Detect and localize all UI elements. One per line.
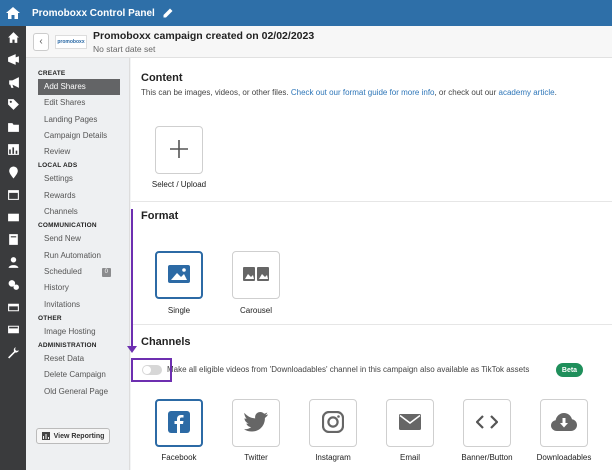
rocket-icon[interactable]: [0, 49, 26, 72]
format-single-option[interactable]: [155, 251, 203, 299]
content-desc-middle: , or check out our: [434, 88, 497, 97]
nav-item-send-new[interactable]: Send New: [26, 231, 129, 247]
chevron-left-icon: ‹: [39, 36, 43, 47]
content-description: This can be images, videos, or other fil…: [141, 88, 557, 97]
campaign-date-status: No start date set: [93, 43, 156, 54]
instagram-icon: [321, 410, 345, 435]
annotation-highlight-box: [131, 358, 172, 382]
wrench-icon[interactable]: [0, 341, 26, 364]
user-icon[interactable]: [0, 251, 26, 274]
nav-item-channels[interactable]: Channels: [26, 204, 129, 220]
main-content: Content This can be images, videos, or o…: [131, 58, 612, 470]
channel-instagram[interactable]: [309, 399, 357, 447]
campaign-title: Promoboxx campaign created on 02/02/2023: [93, 29, 315, 42]
scheduled-count-badge: 0: [101, 267, 111, 277]
envelope-icon[interactable]: [0, 206, 26, 229]
channel-downloadables-label: Downloadables: [536, 453, 592, 462]
top-bar: Promoboxx Control Panel: [0, 0, 612, 26]
nav-item-old-general-page[interactable]: Old General Page: [26, 384, 129, 400]
content-desc-text: This can be images, videos, or other fil…: [141, 88, 289, 97]
channel-downloadables[interactable]: [540, 399, 588, 447]
map-pin-icon[interactable]: [0, 161, 26, 184]
nav-item-settings[interactable]: Settings: [26, 171, 129, 187]
divider: [131, 201, 612, 202]
nav-item-edit-shares[interactable]: Edit Shares: [26, 95, 129, 111]
select-upload-button[interactable]: [155, 126, 203, 174]
home-icon[interactable]: [0, 0, 26, 26]
nav-item-add-shares[interactable]: Add Shares: [38, 79, 120, 96]
book-icon[interactable]: [0, 229, 26, 252]
nav-item-run-automation[interactable]: Run Automation: [26, 248, 129, 264]
nav-item-scheduled-label: Scheduled: [44, 266, 82, 276]
credit-card-icon[interactable]: [0, 296, 26, 319]
nav-item-history[interactable]: History: [26, 280, 129, 296]
nav-item-image-hosting[interactable]: Image Hosting: [26, 324, 129, 340]
cloud-download-icon: [551, 413, 577, 433]
nav-item-rewards[interactable]: Rewards: [26, 188, 129, 204]
channel-facebook[interactable]: [155, 399, 203, 447]
content-desc-end: .: [554, 88, 557, 97]
carousel-icon: [243, 265, 269, 285]
channel-email-label: Email: [399, 453, 420, 462]
campaign-header: ‹ promoboxx Promoboxx campaign created o…: [26, 26, 612, 58]
nav-item-invitations[interactable]: Invitations: [26, 297, 129, 313]
nav-item-scheduled[interactable]: Scheduled 0: [26, 264, 129, 280]
tiktok-assets-toggle-label: Make all eligible videos from 'Downloada…: [167, 365, 530, 374]
annotation-arrow-head: [127, 346, 137, 353]
annotation-arrow-line: [131, 209, 133, 347]
home-icon[interactable]: [0, 26, 26, 49]
view-reporting-label: View Reporting: [53, 432, 105, 440]
card-icon[interactable]: [0, 319, 26, 342]
gears-icon[interactable]: [0, 274, 26, 297]
nav-item-reset-data[interactable]: Reset Data: [26, 351, 129, 367]
nav-item-landing-pages[interactable]: Landing Pages: [26, 112, 129, 128]
code-brackets-icon: [475, 415, 499, 431]
format-guide-link[interactable]: Check out our format guide for more info: [291, 88, 435, 97]
channels-heading: Channels: [141, 336, 191, 348]
report-icon: [41, 432, 50, 440]
channel-banner-button-label: Banner/Button: [461, 453, 513, 462]
nav-section-administration: ADMINISTRATION: [38, 342, 97, 350]
format-heading: Format: [141, 210, 179, 222]
bar-chart-icon[interactable]: [0, 139, 26, 162]
view-reporting-button[interactable]: View Reporting: [36, 428, 110, 444]
edit-pencil-icon[interactable]: [163, 8, 173, 18]
nav-section-communication: COMMUNICATION: [38, 222, 97, 230]
format-carousel-label: Carousel: [239, 306, 272, 315]
select-upload-label: Select / Upload: [151, 180, 207, 189]
nav-section-create: CREATE: [38, 70, 66, 77]
channel-facebook-label: Facebook: [161, 453, 197, 462]
nav-item-campaign-details[interactable]: Campaign Details: [26, 128, 129, 144]
divider: [131, 324, 612, 325]
plus-icon: [170, 140, 188, 160]
channel-instagram-label: Instagram: [315, 453, 351, 462]
nav-item-review[interactable]: Review: [26, 144, 129, 160]
tag-icon[interactable]: [0, 94, 26, 117]
left-nav: CREATE Add Shares Edit Shares Landing Pa…: [26, 58, 130, 470]
brand-logo: promoboxx: [55, 34, 87, 49]
facebook-icon: [168, 411, 190, 435]
academy-article-link[interactable]: academy article: [499, 88, 555, 97]
content-heading: Content: [141, 72, 183, 84]
app-title: Promoboxx Control Panel: [32, 7, 155, 19]
format-carousel-option[interactable]: [232, 251, 280, 299]
megaphone-icon[interactable]: [0, 71, 26, 94]
channel-banner-button[interactable]: [463, 399, 511, 447]
folder-icon[interactable]: [0, 116, 26, 139]
icon-rail: [0, 26, 26, 470]
envelope-icon: [399, 414, 421, 432]
twitter-icon: [244, 412, 268, 434]
format-single-label: Single: [167, 306, 191, 315]
back-button[interactable]: ‹: [33, 32, 49, 51]
nav-section-local-ads: LOCAL ADS: [38, 162, 78, 170]
channel-twitter[interactable]: [232, 399, 280, 447]
nav-section-other: OTHER: [38, 314, 62, 322]
image-icon: [168, 265, 190, 285]
nav-item-delete-campaign[interactable]: Delete Campaign: [26, 367, 129, 383]
calendar-icon[interactable]: [0, 184, 26, 207]
channel-twitter-label: Twitter: [244, 453, 268, 462]
beta-badge: Beta: [556, 363, 583, 377]
channel-email[interactable]: [386, 399, 434, 447]
